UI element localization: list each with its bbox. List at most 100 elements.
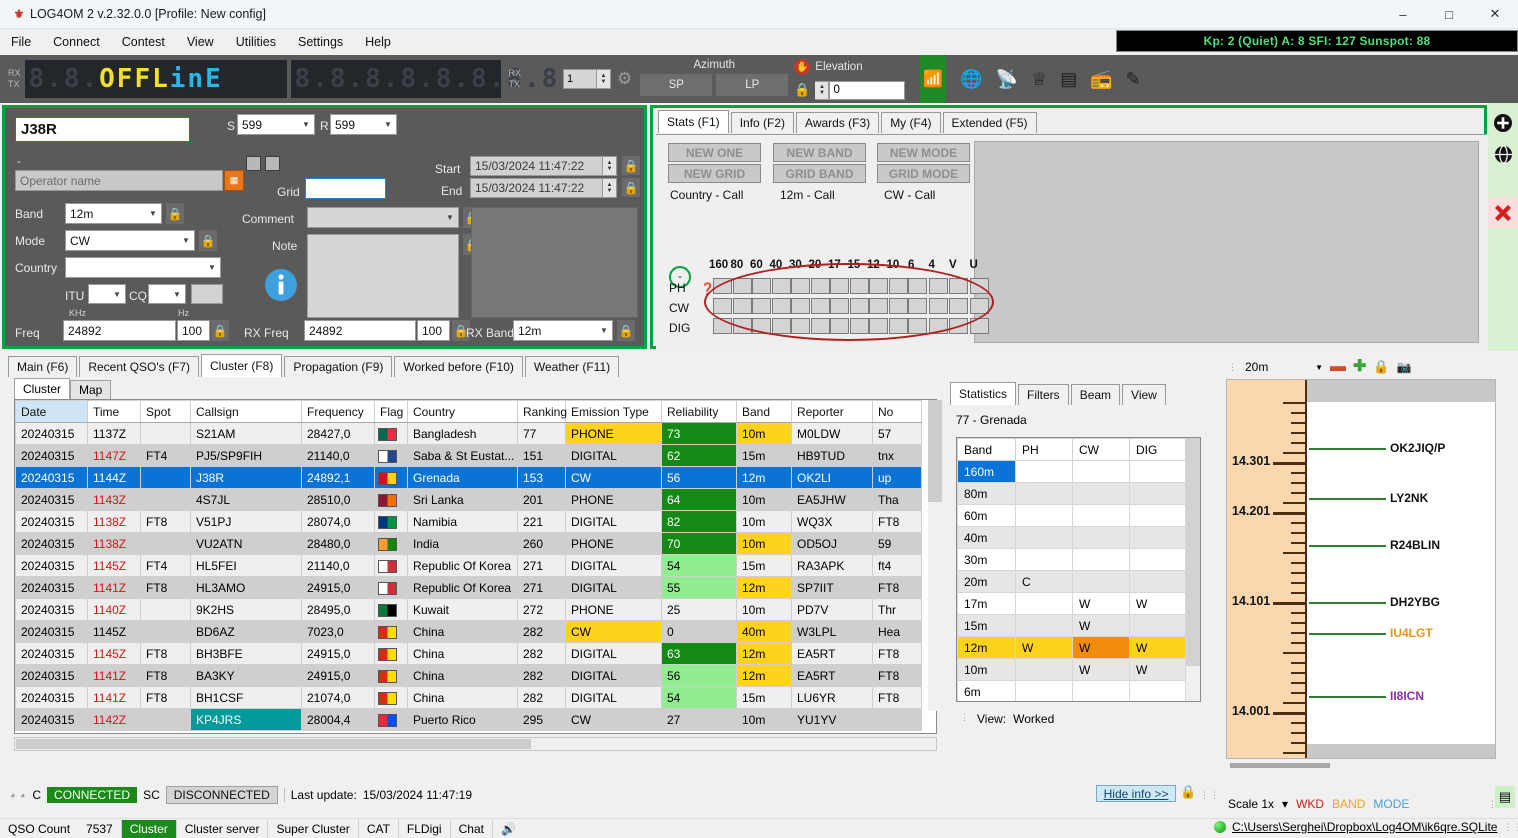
tab-main-f6[interactable]: Main (F6): [8, 356, 78, 377]
bandmap-spot-line[interactable]: [1309, 696, 1386, 698]
mode-lock-icon[interactable]: 🔒: [199, 230, 217, 251]
vfo-b-display[interactable]: 8.8.8.8.8.8.8.8.: [290, 60, 575, 98]
rst-sent-select[interactable]: 599 ▼: [237, 114, 315, 135]
radio-number-input[interactable]: 1: [563, 69, 598, 89]
disconnected-badge[interactable]: DISCONNECTED: [165, 786, 278, 804]
bandstats-row[interactable]: 20m C: [957, 570, 1186, 593]
column-header-flag[interactable]: Flag: [374, 400, 408, 423]
new-mode-button[interactable]: NEW MODE: [877, 143, 970, 162]
menu-item-file[interactable]: File: [0, 31, 42, 53]
new-grid-button[interactable]: NEW GRID: [668, 164, 761, 183]
new-one-button[interactable]: NEW ONE: [668, 143, 761, 162]
itu-select[interactable]: ▼: [88, 284, 126, 304]
column-header-reporter[interactable]: Reporter: [791, 400, 873, 423]
column-header-emission-type[interactable]: Emission Type: [565, 400, 662, 423]
grid-band-button[interactable]: GRID BAND: [773, 164, 866, 183]
crown-icon[interactable]: ♕: [1031, 69, 1047, 90]
table-row[interactable]: 20240315 1143Z 4S7JL 28510,0 Sri Lanka 201 PHO…: [15, 488, 922, 511]
bandmap-spot-label[interactable]: OK2JIQ/P: [1390, 441, 1445, 455]
tab-beam[interactable]: Beam: [1070, 384, 1121, 405]
bandstats-row[interactable]: 80m: [957, 482, 1186, 505]
lock-icon[interactable]: 🔒: [794, 82, 810, 98]
column-header-frequency[interactable]: Frequency: [301, 400, 375, 423]
status-item-super-cluster[interactable]: Super Cluster: [268, 819, 359, 838]
scrollbar-thumb[interactable]: [16, 739, 531, 749]
note-textarea[interactable]: [307, 234, 459, 318]
scale-label[interactable]: Scale 1x: [1228, 797, 1274, 811]
legend-mode[interactable]: MODE: [1373, 797, 1409, 811]
bandmap-spot-line[interactable]: [1309, 633, 1386, 635]
bandstats-row[interactable]: 6m: [957, 680, 1186, 701]
database-path[interactable]: C:\Users\Serghei\Dropbox\Log4OM\ik6qre.S…: [1232, 820, 1497, 834]
scrollbar-thumb[interactable]: [1230, 763, 1330, 768]
gear-icon[interactable]: ⚙: [617, 69, 632, 89]
rxband-lock-icon[interactable]: 🔒: [617, 320, 635, 341]
end-stepper[interactable]: ▲ ▼: [603, 178, 617, 198]
bandstats-row[interactable]: 60m: [957, 504, 1186, 527]
column-header-reliability[interactable]: Reliability: [661, 400, 737, 423]
bandmap-spot-line[interactable]: [1309, 602, 1386, 604]
table-row[interactable]: 20240315 1137Z S21AM 28427,0 Bangladesh 77 PHO…: [15, 422, 922, 445]
grid-input[interactable]: [305, 178, 386, 199]
status-item-cat[interactable]: CAT: [359, 819, 399, 838]
table-row[interactable]: 20240315 1141Z FT8 BH1CSF 21074,0 China 282 DIG…: [15, 686, 922, 709]
country-select[interactable]: ▼: [65, 257, 221, 278]
minus-icon[interactable]: ▬: [1330, 359, 1346, 375]
radio-icon[interactable]: 📻: [1090, 69, 1112, 90]
server-icon[interactable]: ▤: [1060, 69, 1077, 90]
grid-mode-button[interactable]: GRID MODE: [877, 164, 970, 183]
bandmap-spot-label[interactable]: DH2YBG: [1390, 595, 1440, 609]
bandstats-header-ph[interactable]: PH: [1015, 438, 1073, 461]
minimize-button[interactable]: –: [1380, 0, 1426, 29]
chevron-down-icon[interactable]: ▾: [1282, 797, 1288, 811]
band-select[interactable]: 12m ▼: [65, 203, 162, 224]
freq-khz-input[interactable]: 24892: [63, 320, 176, 341]
operator-name-input[interactable]: Operator name: [15, 170, 223, 191]
table-row[interactable]: 20240315 1145Z BD6AZ 7023,0 China 282 CW 0 40m W3…: [15, 620, 922, 643]
column-header-country[interactable]: Country: [407, 400, 518, 423]
start-stepper[interactable]: ▲ ▼: [603, 156, 617, 176]
table-row[interactable]: 20240315 1140Z 9K2HS 28495,0 Kuwait 272 PHONE 2…: [15, 598, 922, 621]
freq-lock-icon[interactable]: 🔒: [211, 320, 229, 341]
lock-icon[interactable]: 🔒: [1373, 359, 1389, 375]
start-lock-icon[interactable]: 🔒: [622, 156, 640, 175]
tab-extended-f5[interactable]: Extended (F5): [942, 112, 1037, 133]
cluster-horizontal-scrollbar[interactable]: [14, 737, 937, 751]
bandstats-row[interactable]: 160m: [957, 460, 1186, 483]
bandmap-spot-label[interactable]: R24BLIN: [1390, 538, 1440, 552]
legend-wkd[interactable]: WKD: [1296, 797, 1324, 811]
table-row[interactable]: 20240315 1142Z KP4JRS 28004,4 Puerto Rico 295…: [15, 708, 922, 731]
menu-item-connect[interactable]: Connect: [42, 31, 111, 53]
short-path-button[interactable]: SP: [640, 74, 713, 96]
table-row[interactable]: 20240315 1144Z J38R 24892,1 Grenada 153 CW 56 12…: [15, 466, 922, 489]
column-header-callsign[interactable]: Callsign: [190, 400, 302, 423]
tab-info-f2[interactable]: Info (F2): [730, 112, 795, 133]
mode-select[interactable]: CW ▼: [65, 230, 195, 251]
menu-item-help[interactable]: Help: [354, 31, 402, 53]
bandstats-row[interactable]: 15m W: [957, 614, 1186, 637]
bandmap-spot-label[interactable]: II8ICN: [1390, 689, 1424, 703]
comment-select[interactable]: ▼: [307, 207, 459, 228]
new-band-button[interactable]: NEW BAND: [773, 143, 866, 162]
bandstats-row[interactable]: 10m W W: [957, 658, 1186, 681]
end-datetime[interactable]: 15/03/2024 11:47:22: [470, 178, 603, 198]
maximize-button[interactable]: □: [1426, 0, 1472, 29]
subtab-cluster[interactable]: Cluster: [14, 378, 71, 399]
antenna-icon[interactable]: 📡: [996, 69, 1018, 90]
elevation-input[interactable]: 0: [829, 80, 906, 100]
status-item-fldigi[interactable]: FLDigi: [399, 819, 451, 838]
rxfreq-khz-input[interactable]: 24892: [304, 320, 416, 341]
column-header-time[interactable]: Time: [87, 400, 141, 423]
radio-number-stepper[interactable]: ▲ ▼: [597, 69, 612, 89]
column-header-no[interactable]: No: [872, 400, 922, 423]
camera-icon[interactable]: 📷: [1397, 360, 1412, 374]
info-icon[interactable]: [264, 268, 298, 305]
menu-item-contest[interactable]: Contest: [111, 31, 176, 53]
tab-awards-f3[interactable]: Awards (F3): [796, 112, 880, 133]
status-item-chat[interactable]: Chat: [451, 819, 493, 838]
status-item-cluster[interactable]: Cluster: [121, 819, 177, 838]
signal-icon[interactable]: 📶: [920, 55, 947, 103]
bandmap-spot-label[interactable]: LY2NK: [1390, 491, 1428, 505]
close-button[interactable]: ✕: [1472, 0, 1518, 29]
band-stats-scrollbar[interactable]: [1186, 438, 1200, 701]
